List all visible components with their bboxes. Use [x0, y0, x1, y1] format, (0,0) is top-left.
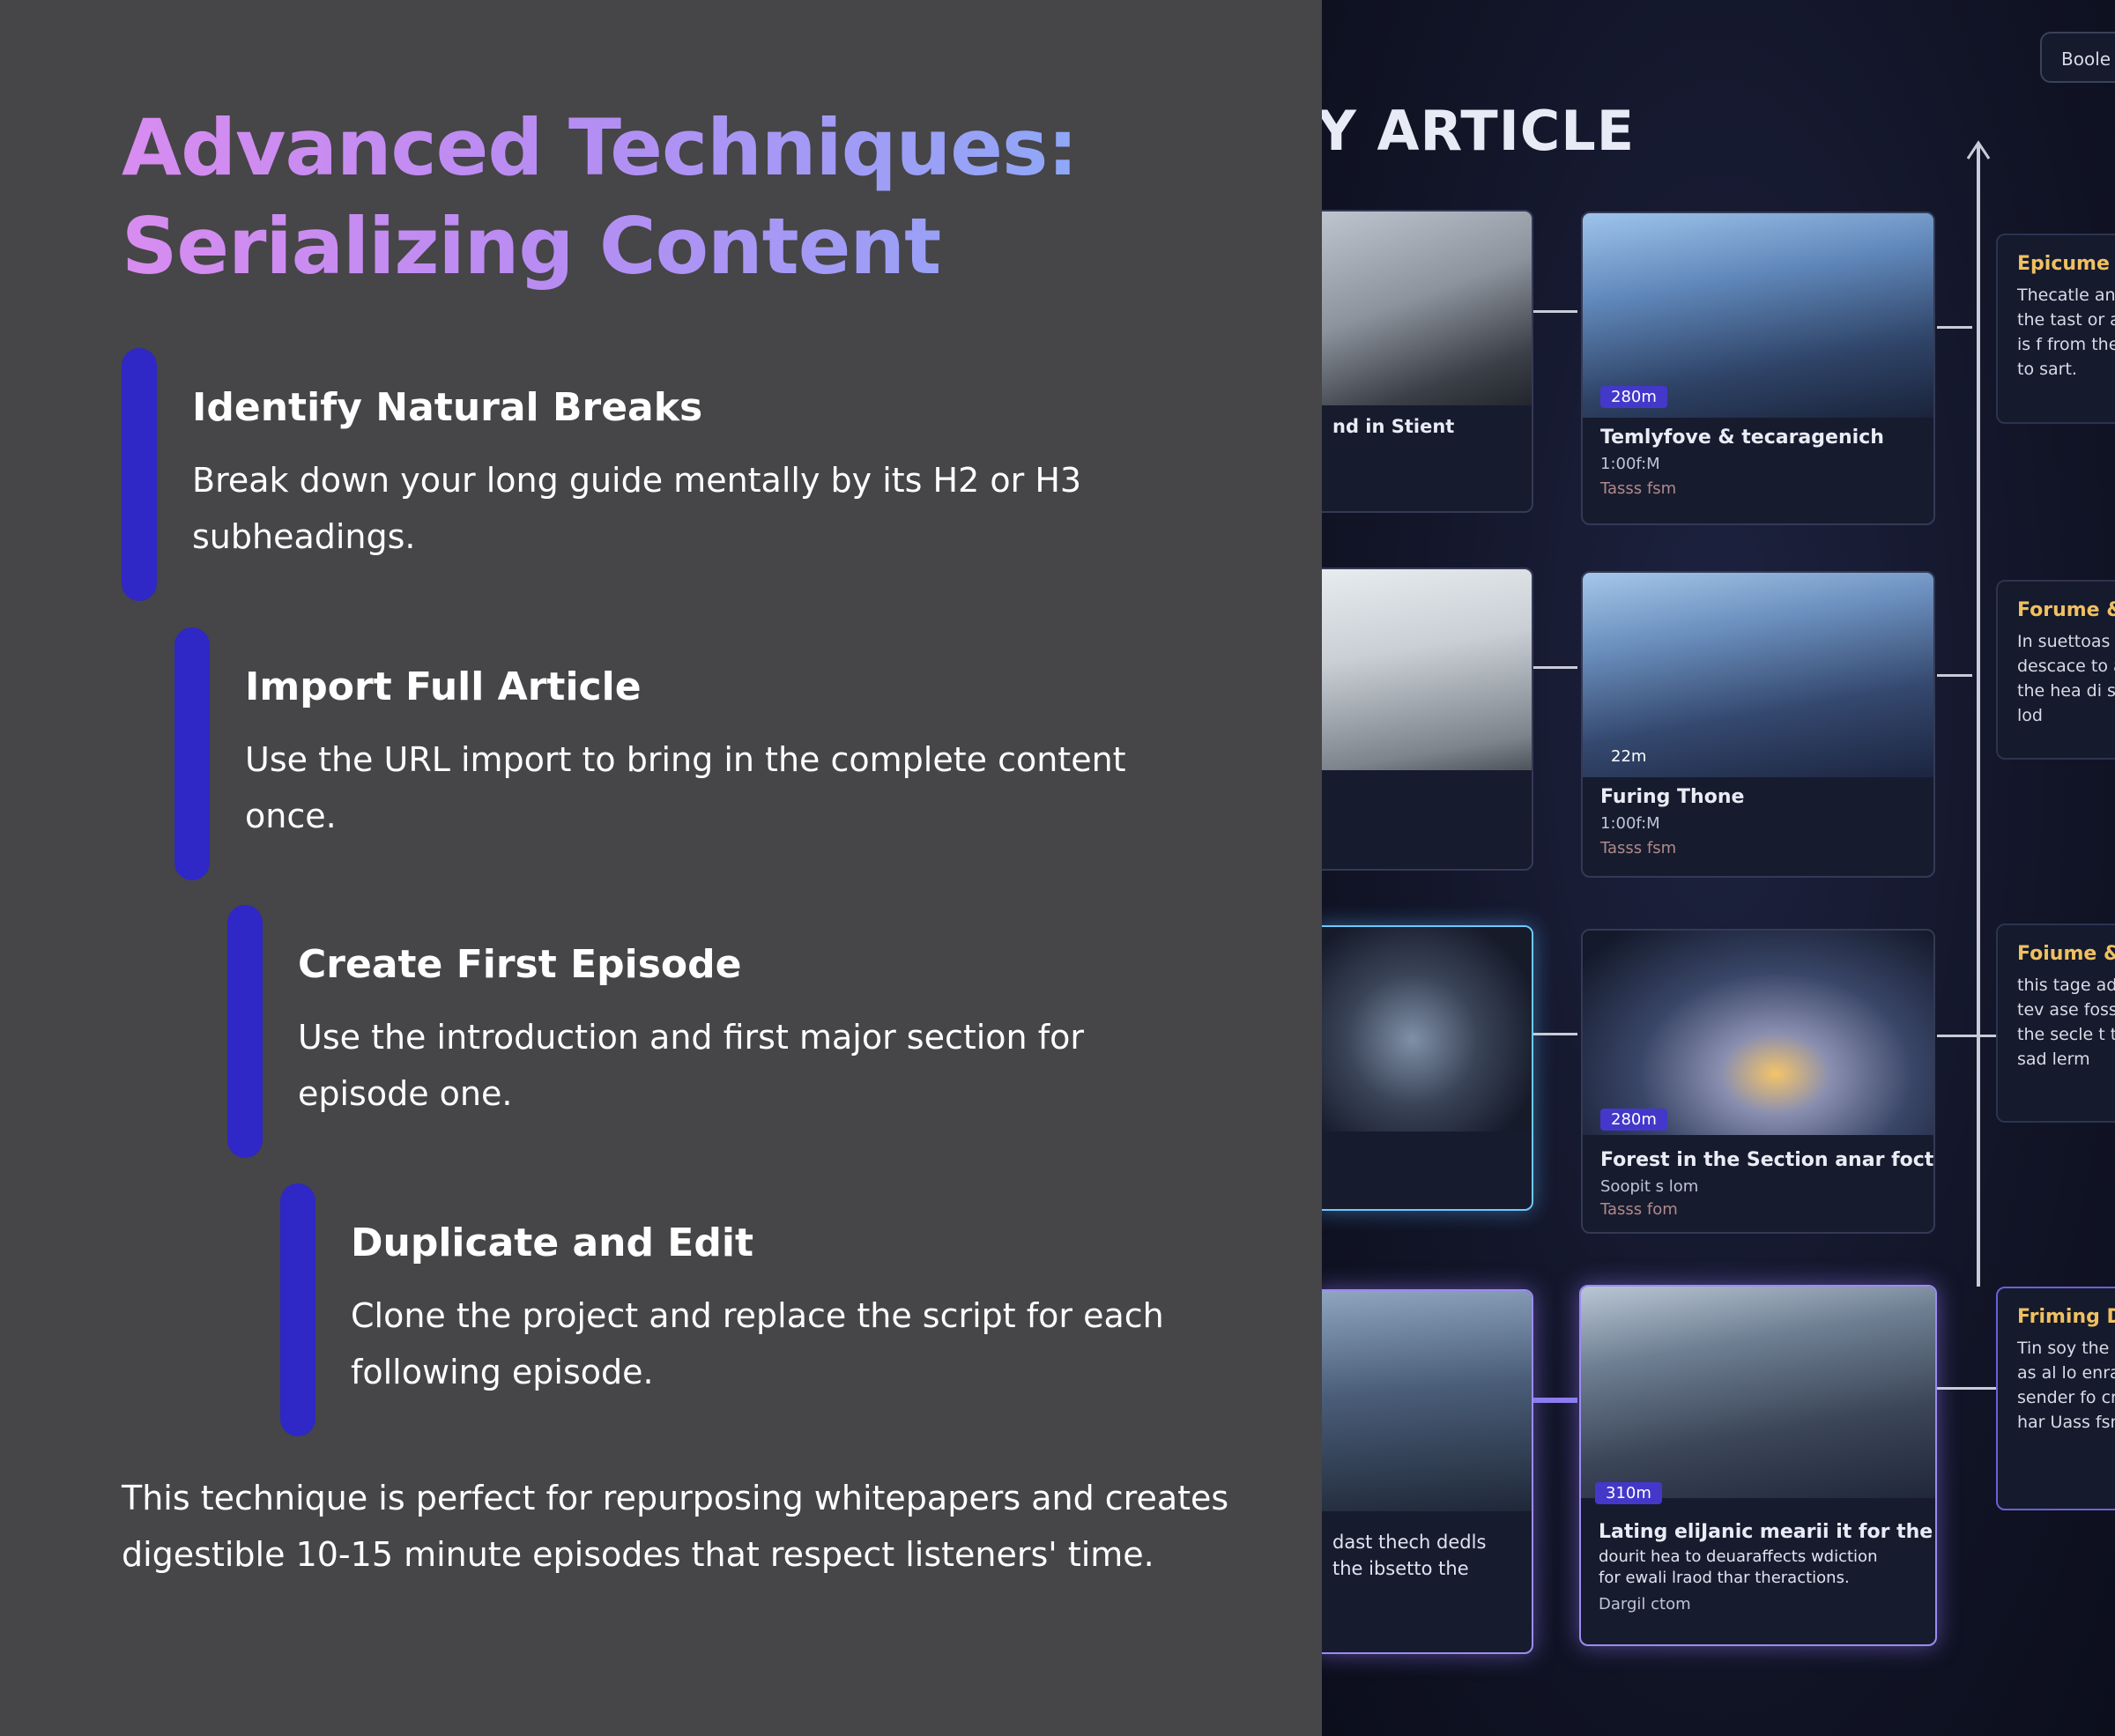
connector-arrow [1937, 674, 1972, 677]
title-line-1: Advanced Techniques: [122, 102, 1078, 193]
step-body: Clone the project and replace the script… [351, 1296, 1164, 1391]
episode-card-time: 1:00f:M [1600, 455, 1660, 473]
episode-card-3: 280m Forest in the Section anar focton S… [1581, 929, 1935, 1234]
episode-duration-badge: 310m [1595, 1482, 1662, 1504]
connector-arrow [1533, 310, 1577, 313]
episode-duration-badge: 280m [1600, 1109, 1667, 1131]
connector-arrow [1533, 666, 1577, 669]
episode-card-time: Soopit s lom [1600, 1177, 1699, 1196]
step-body: Break down your long guide mentally by i… [192, 461, 1082, 556]
step-heading: Identify Natural Breaks [192, 385, 703, 430]
side-card-4: Friming Da Tin soy the Uat as al lo enra… [1996, 1287, 2115, 1510]
episode-card-caption: Temlyfove & tecaragenich [1600, 427, 1884, 449]
episode-card-2: 22m Furing Thone 1:00f:M Tasss fsm [1581, 571, 1935, 878]
footer-note: This technique is perfect for repurposin… [122, 1479, 1229, 1574]
left-thumbnail-3 [1322, 925, 1533, 1211]
left-thumbnail-caption: nd in Stient [1332, 416, 1455, 437]
side-card-body: Tin soy the Uat as al lo enrat that send… [2017, 1339, 2115, 1432]
episode-card-4: 310m Lating eliJanic mearii it for the d… [1579, 1285, 1937, 1646]
episode-card-line: dourit hea to deuaraffects wdiction [1599, 1547, 1878, 1566]
step-bar [174, 627, 210, 880]
episode-card-caption: Furing Thone [1600, 786, 1745, 808]
page-title: Advanced Techniques: Serializing Content [122, 99, 1078, 296]
connector-arrow [1533, 1033, 1577, 1035]
step-heading: Duplicate and Edit [351, 1220, 753, 1265]
episode-card-length: Tasss fom [1600, 1200, 1678, 1219]
side-card-body: this tage ad the tev ase fossed tof the … [2017, 976, 2115, 1069]
step-heading: Create First Episode [298, 942, 742, 987]
episode-duration-badge: 22m [1611, 747, 1647, 766]
step-heading: Import Full Article [245, 664, 642, 709]
step-bar [280, 1183, 315, 1436]
episode-card-caption: Lating eliJanic mearii it for the [1599, 1521, 1933, 1543]
side-card-body: In suettoas descace to and the hea di sa… [2017, 632, 2115, 725]
side-card-heading: Friming Da [2017, 1306, 2115, 1328]
timeline-line [1977, 145, 1980, 1287]
step-bar [227, 905, 263, 1158]
side-card-heading: Foiume &3 [2017, 943, 2115, 965]
left-thumbnail-4: dast thech dedls the ibsetto the [1322, 1289, 1533, 1654]
step-body: Use the URL import to bring in the compl… [245, 740, 1126, 835]
episode-card-time: 1:00f:M [1600, 814, 1660, 833]
episode-card-1: 280m Temlyfove & tecaragenich 1:00f:M Ta… [1581, 211, 1935, 525]
step-body: Use the introduction and first major sec… [298, 1018, 1084, 1113]
episode-card-caption: Forest in the Section anar focton [1600, 1149, 1935, 1171]
episode-card-line: Dargil ctom [1599, 1595, 1691, 1614]
left-thumbnail-1: nd in Stient [1322, 210, 1533, 513]
episode-card-length: Tasss fsm [1600, 839, 1677, 857]
illustration-button: Boole [2040, 32, 2115, 83]
episode-card-line: for ewali lraod thar theractions. [1599, 1569, 1850, 1587]
side-card-2: Forume &a In suettoas descace to and the… [1996, 580, 2115, 760]
episode-card-length: Tasss fsm [1600, 479, 1677, 498]
step-bar [122, 348, 157, 601]
connector-arrow [1937, 326, 1972, 329]
title-line-2: Serializing Content [122, 201, 941, 292]
side-card-1: Epicume &a Thecatle an of the tast or as… [1996, 234, 2115, 424]
connector-arrow [1533, 1398, 1577, 1403]
episode-duration-badge: 280m [1600, 386, 1667, 408]
left-thumbnail-caption: dast thech dedls the ibsetto the [1332, 1532, 1487, 1579]
left-thumbnail-2 [1322, 568, 1533, 871]
side-card-heading: Forume &a [2017, 599, 2115, 621]
side-card-heading: Epicume &a [2017, 253, 2115, 275]
content-panel: Advanced Techniques: Serializing Content… [0, 0, 1322, 1736]
timeline-arrow-up-icon [1966, 140, 1991, 160]
illustration-heading: Y ARTICLE [1322, 99, 1636, 163]
side-card-3: Foiume &3 this tage ad the tev ase fosse… [1996, 924, 2115, 1123]
illustration-panel: Boole Y ARTICLE nd in Stient dast thech … [1322, 0, 2115, 1736]
side-card-body: Thecatle an of the tast or ased is f fro… [2017, 286, 2115, 379]
